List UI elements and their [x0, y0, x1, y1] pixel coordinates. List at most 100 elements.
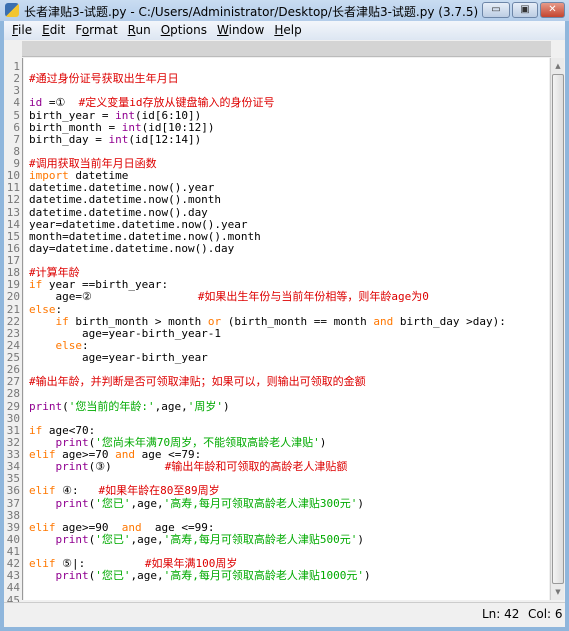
code-token: #调用获取当前年月日函数: [29, 157, 157, 170]
code-token: ): [357, 496, 364, 510]
code-token: ,age,: [130, 496, 164, 510]
close-button[interactable]: ✕: [540, 2, 565, 18]
menu-item[interactable]: Edit: [37, 21, 70, 40]
code-line: age=year-birth_year: [24, 351, 549, 364]
code-token: datetime: [68, 169, 129, 183]
code-token: (: [62, 399, 69, 413]
code-token: (birth_month == month: [221, 314, 374, 328]
scroll-down-icon[interactable]: ▼: [551, 585, 565, 599]
scroll-up-icon[interactable]: ▲: [551, 59, 565, 73]
code-token: year=datetime.datetime.now().year: [29, 217, 248, 231]
vertical-scrollbar[interactable]: ▲ ▼: [550, 58, 564, 600]
code-token: id: [29, 96, 43, 110]
menu-label: rmat: [89, 23, 118, 37]
code-token: or: [207, 314, 222, 328]
code-token: print: [55, 496, 89, 510]
editor-frame: 1 2 3 4 5 6 7 8 9 10 11 12 13 14 15 16 17 18 19 20 21 22 23 24 2…: [4, 40, 565, 627]
code-line: print('您已',age,'高寿,每月可领取高龄老人津贴300元'): [24, 496, 549, 510]
code-token: age=year-birth_year-1: [29, 326, 222, 340]
menu-mnemonic: H: [274, 23, 284, 37]
line-indicator: Ln: 42: [482, 607, 520, 621]
title-bar: 长者津贴3-试题.py - C:/Users/Administrator/Des…: [0, 0, 569, 21]
line-number: 21: [6, 302, 20, 316]
menu-mnemonic: W: [217, 23, 229, 37]
menu-item[interactable]: Run: [123, 21, 156, 40]
code-token: '高寿,每月可领取高龄老人津贴1000元': [163, 569, 364, 583]
code-token: elif: [29, 520, 56, 534]
code-token: '高寿,每月可领取高龄老人津贴500元': [163, 532, 358, 546]
code-token: ): [319, 435, 327, 449]
line-number: 4: [13, 96, 20, 110]
code-token: age=②: [29, 290, 198, 304]
menu-mnemonic: E: [42, 23, 50, 37]
code-token: #计算年龄: [29, 266, 80, 280]
code-token: ,age,: [130, 569, 164, 583]
code-token: '您当前的年龄:': [68, 399, 155, 413]
line-number: 14: [6, 217, 20, 231]
menu-item[interactable]: Help: [269, 21, 306, 40]
menu-item[interactable]: Window: [212, 21, 269, 40]
line-number: 36: [6, 484, 20, 498]
menu-label: elp: [283, 23, 302, 37]
menu-item[interactable]: File: [4, 21, 37, 40]
menu-item[interactable]: Options: [156, 21, 212, 40]
code-token: else: [55, 338, 83, 352]
code-token: ): [223, 399, 230, 413]
code-token: and: [373, 314, 394, 328]
code-token: int: [108, 132, 129, 146]
code-token: import: [29, 169, 69, 183]
code-token: '周岁': [187, 399, 223, 413]
minimize-button[interactable]: ▭: [482, 2, 510, 18]
code-token: age <=99:: [141, 520, 215, 534]
code-token: age=year-birth_year: [29, 351, 208, 364]
code-token: birth_year =: [29, 108, 116, 122]
code-token: :: [55, 302, 63, 316]
code-line: print('您已',age,'高寿,每月可领取高龄老人津贴1000元'): [24, 570, 549, 582]
code-line: age=② #如果出生年份与当前年份相等，则年龄age为0: [24, 291, 549, 303]
code-token: ): [363, 569, 371, 583]
code-token: age<70:: [42, 423, 96, 437]
maximize-button[interactable]: ▣: [512, 2, 538, 18]
code-token: '您尚未年满70周岁，不能领取高龄老人津贴': [95, 435, 320, 449]
menu-label: indow: [228, 23, 265, 37]
code-token: (id[12:14]): [128, 132, 202, 146]
menu-label: dit: [49, 23, 66, 37]
code-token: ): [357, 532, 364, 546]
code-token: (③): [88, 460, 165, 474]
code-token: datetime.datetime.now().year: [29, 181, 215, 195]
menu-bar: File Edit Format Run Options Window Help: [4, 21, 565, 40]
code-token: '您已': [95, 532, 131, 546]
code-token: print: [55, 532, 89, 546]
line-number: 29: [6, 399, 20, 413]
code-token: ,age,: [154, 399, 188, 413]
python-idle-icon: [5, 3, 19, 17]
code-line: birth_day = int(id[12:14]): [24, 132, 549, 146]
code-token: print: [55, 435, 89, 449]
code-token: #如果年龄在80至89周岁: [98, 484, 220, 498]
code-token: birth_day =: [29, 132, 109, 146]
menu-label: ile: [18, 23, 33, 37]
line-number: 28: [6, 387, 20, 401]
code-context-strip: [22, 41, 551, 57]
line-number: 37: [6, 496, 20, 510]
code-token: age>=90: [55, 520, 122, 534]
code-token: birth_month =: [29, 120, 122, 134]
code-line: print(③) #输出年龄和可领取的高龄老人津贴额: [24, 461, 549, 473]
code-token: month=datetime.datetime.now().month: [29, 229, 261, 243]
code-token: ④:: [55, 484, 99, 498]
code-token: ,age,: [130, 532, 164, 546]
code-token: #输出年龄，并判断是否可领取津贴；如果可以，则输出可领取的金额: [29, 375, 366, 389]
code-token: day=datetime.datetime.now().day: [29, 241, 235, 255]
scrollbar-thumb[interactable]: [552, 74, 564, 584]
menu-mnemonic: O: [160, 23, 171, 37]
menu-item[interactable]: Format: [70, 21, 122, 40]
code-editor[interactable]: #通过身份证号获取出生年月日 id =① #定义变量id存放从键盘输入的身份证号 b…: [24, 58, 549, 600]
